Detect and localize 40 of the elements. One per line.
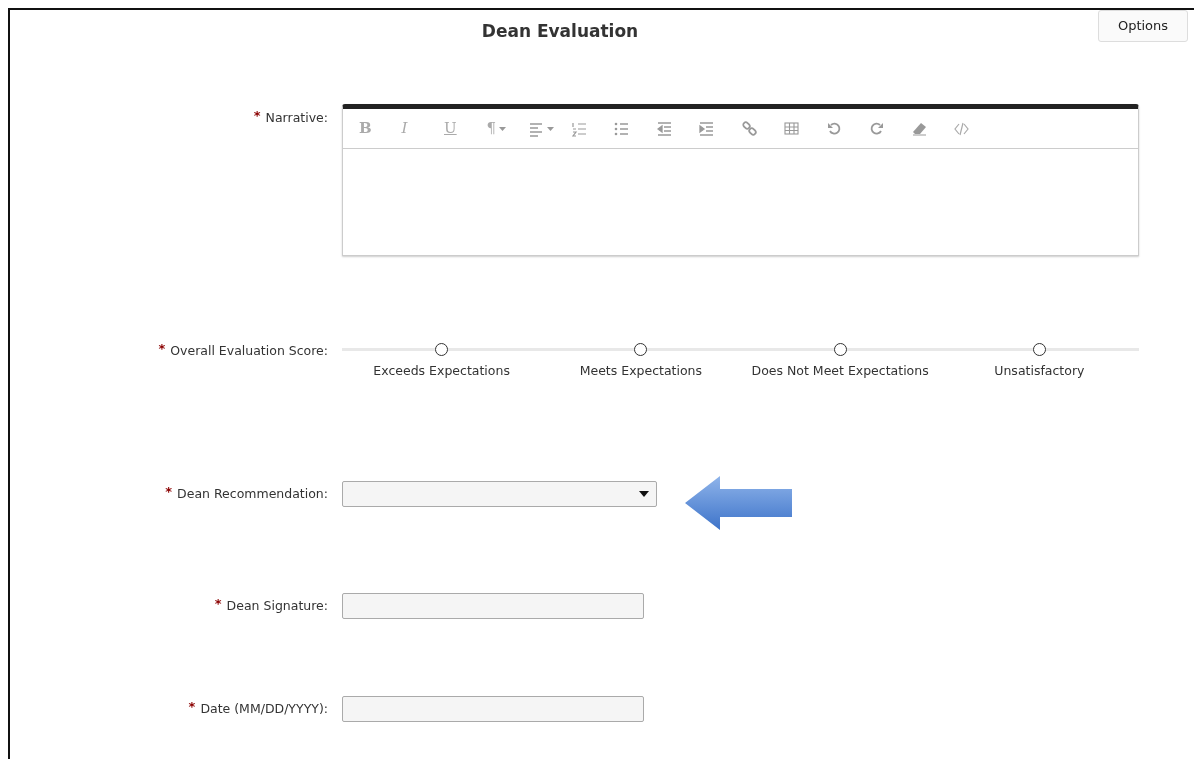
required-marker: * [253, 110, 261, 122]
bullet-list-icon [614, 120, 629, 137]
field-label: Date (MM/DD/YYYY): [200, 701, 328, 716]
toolbar-button[interactable]: B [355, 115, 398, 142]
eraser-icon [911, 120, 927, 137]
rich-text-editor[interactable]: B I U ¶ [342, 104, 1139, 256]
caret-icon [639, 491, 649, 497]
required-marker: * [214, 598, 222, 610]
radio-button[interactable] [435, 343, 449, 356]
field-label: Narrative: [265, 110, 328, 125]
field-label: Dean Recommendation: [177, 486, 328, 501]
indent-icon [699, 120, 714, 137]
options-button[interactable]: Options [1098, 10, 1188, 42]
link-icon [741, 120, 757, 137]
toolbar-button[interactable]: I [397, 115, 440, 142]
radio-label: Unsatisfactory [994, 362, 1085, 380]
field-label: Dean Signature: [226, 598, 328, 613]
radio-button[interactable] [833, 343, 847, 356]
numbered-list-icon [571, 120, 587, 137]
toolbar-button[interactable]: U [440, 115, 483, 142]
toolbar-button[interactable]: ¶ [482, 115, 525, 142]
undo-icon [826, 120, 842, 137]
align-icon [529, 120, 544, 137]
radio-button[interactable] [634, 343, 648, 356]
radio-label: Exceeds Expectations [373, 362, 510, 380]
dropdown-field[interactable] [342, 481, 657, 507]
code-icon [954, 120, 969, 137]
required-marker: * [165, 486, 173, 498]
radio-label: Does Not Meet Expectations [751, 362, 929, 380]
radio-label: Meets Expectations [579, 362, 703, 380]
outdent-icon [656, 120, 672, 137]
table-icon [784, 120, 799, 137]
required-marker: * [158, 343, 166, 355]
required-marker: * [188, 701, 196, 713]
field-label: Overall Evaluation Score: [170, 343, 328, 358]
redo-icon [869, 120, 884, 137]
input-field[interactable] [342, 696, 644, 722]
form-title: Dean Evaluation [481, 20, 639, 44]
input-field[interactable] [342, 593, 644, 619]
radio-button[interactable] [1032, 343, 1046, 356]
